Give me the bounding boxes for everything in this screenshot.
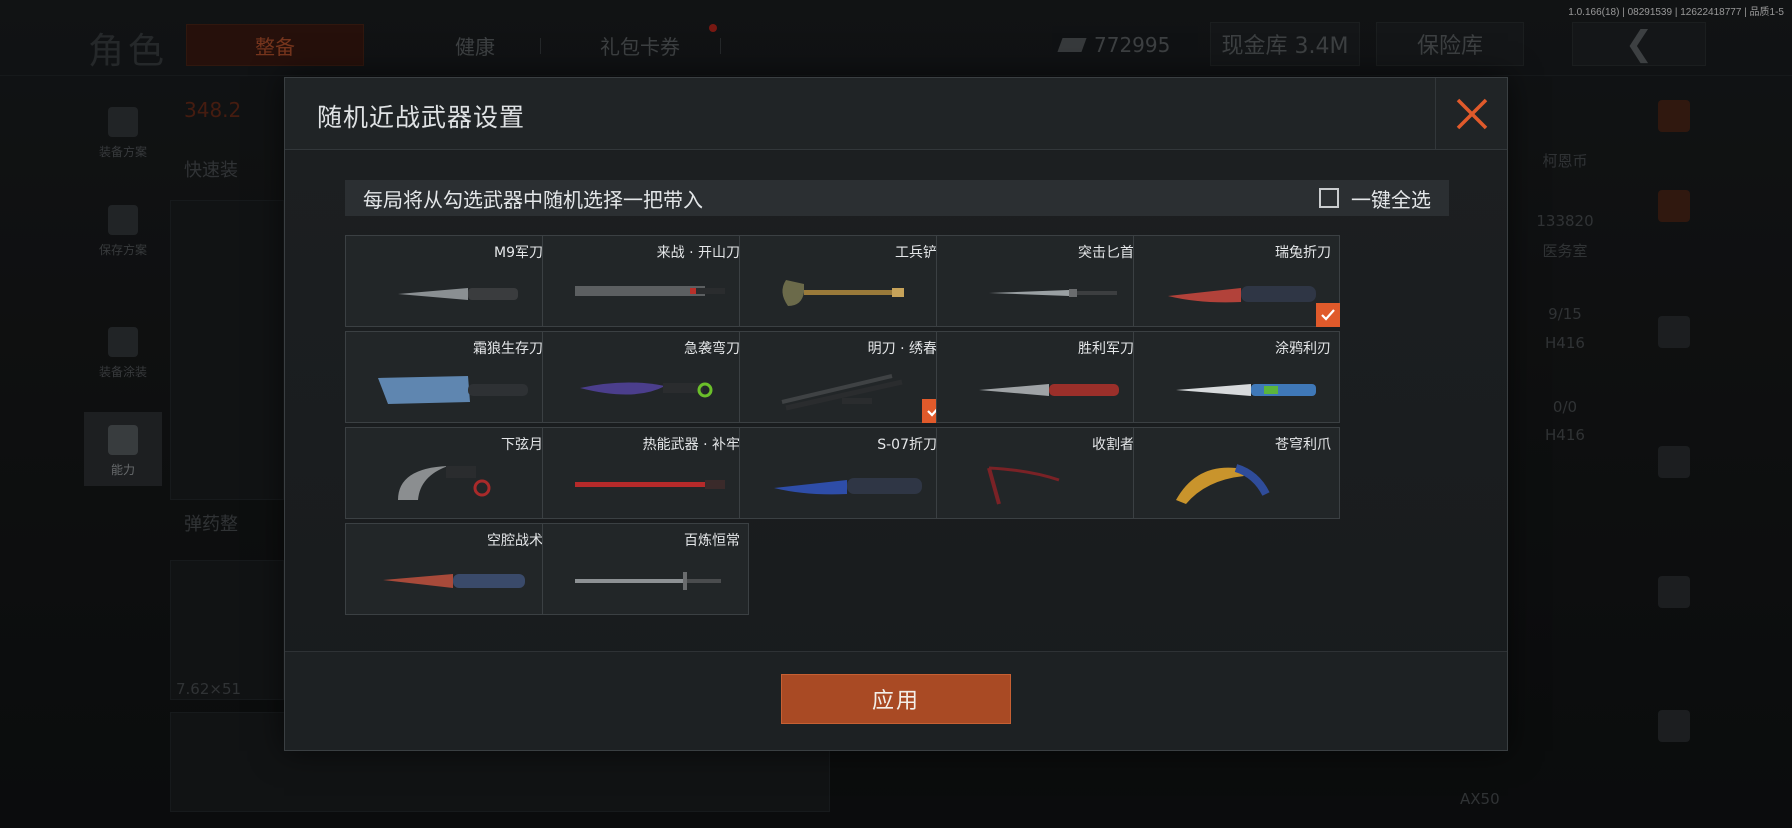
weapon-name: 急袭弯刀 [684,341,740,357]
weapon-name: 霜狼生存刀 [473,341,543,357]
weapon-image [358,358,541,418]
weapon-name: S-07折刀 [877,437,937,453]
weapon-grid: M9军刀 来战 · 开山刀 工兵铲 突击匕首 瑞兔折刀霜狼生存刀 急袭弯刀 明刀 · 绣春 胜… [345,235,1453,625]
weapon-card[interactable]: 工兵铲 [739,235,946,327]
close-button[interactable] [1435,78,1507,150]
weapon-card[interactable]: 百炼恒常 [542,523,749,615]
weapon-image [358,262,541,322]
select-all-label: 一键全选 [1351,187,1431,212]
weapon-card[interactable]: 胜利军刀 [936,331,1143,423]
melee-weapon-settings-dialog: 随机近战武器设置 每局将从勾选武器中随机选择一把带入 一键全选 M9军刀 来战 ·… [284,77,1508,751]
weapon-name: 工兵铲 [895,245,937,261]
apply-button[interactable]: 应用 [781,674,1011,724]
weapon-image [752,358,935,418]
weapon-name: 瑞兔折刀 [1275,245,1331,261]
weapon-name: 空腔战术 [487,533,543,549]
weapon-image [752,454,935,514]
weapon-name: 突击匕首 [1078,245,1134,261]
weapon-name: 下弦月 [501,437,543,453]
weapon-card[interactable]: 瑞兔折刀 [1133,235,1340,327]
weapon-card[interactable]: 明刀 · 绣春 [739,331,946,423]
dialog-title: 随机近战武器设置 [317,103,526,132]
weapon-name: 来战 · 开山刀 [656,245,740,261]
weapon-card[interactable]: 来战 · 开山刀 [542,235,749,327]
weapon-name: 热能武器 · 补牢 [642,437,740,453]
weapon-image [555,454,738,514]
weapon-card[interactable]: 霜狼生存刀 [345,331,552,423]
weapon-image [555,358,738,418]
weapon-image [1146,454,1329,514]
weapon-image [358,550,541,610]
weapon-name: 苍穹利爪 [1275,437,1331,453]
weapon-card[interactable]: 突击匕首 [936,235,1143,327]
weapon-image [555,550,738,610]
select-all-checkbox[interactable] [1319,188,1339,208]
info-text: 每局将从勾选武器中随机选择一把带入 [363,187,703,212]
info-bar: 每局将从勾选武器中随机选择一把带入 一键全选 [345,180,1449,216]
close-icon [1456,98,1487,130]
checkmark-icon[interactable] [1316,303,1340,327]
weapon-card[interactable]: M9军刀 [345,235,552,327]
weapon-name: 涂鸦利刃 [1275,341,1331,357]
weapon-card[interactable]: 空腔战术 [345,523,552,615]
weapon-card[interactable]: 苍穹利爪 [1133,427,1340,519]
weapon-card[interactable]: 热能武器 · 补牢 [542,427,749,519]
weapon-image [949,262,1132,322]
weapon-image [752,262,935,322]
weapon-card[interactable]: 涂鸦利刃 [1133,331,1340,423]
weapon-image [358,454,541,514]
weapon-image [1146,358,1329,418]
weapon-card[interactable]: 急袭弯刀 [542,331,749,423]
weapon-card[interactable]: 下弦月 [345,427,552,519]
weapon-name: 收割者 [1092,437,1134,453]
weapon-name: 胜利军刀 [1078,341,1134,357]
dialog-footer: 应用 [285,651,1507,750]
dialog-body: 每局将从勾选武器中随机选择一把带入 一键全选 M9军刀 来战 · 开山刀 工兵铲 突击… [285,151,1507,728]
weapon-card[interactable]: S-07折刀 [739,427,946,519]
weapon-image [949,454,1132,514]
weapon-image [555,262,738,322]
weapon-image [1146,262,1329,322]
select-all-toggle[interactable]: 一键全选 [1319,180,1431,216]
weapon-card[interactable]: 收割者 [936,427,1143,519]
dialog-header: 随机近战武器设置 [285,78,1507,150]
weapon-image [949,358,1132,418]
weapon-name: M9军刀 [494,245,543,261]
weapon-name: 明刀 · 绣春 [867,341,937,357]
weapon-name: 百炼恒常 [684,533,740,549]
